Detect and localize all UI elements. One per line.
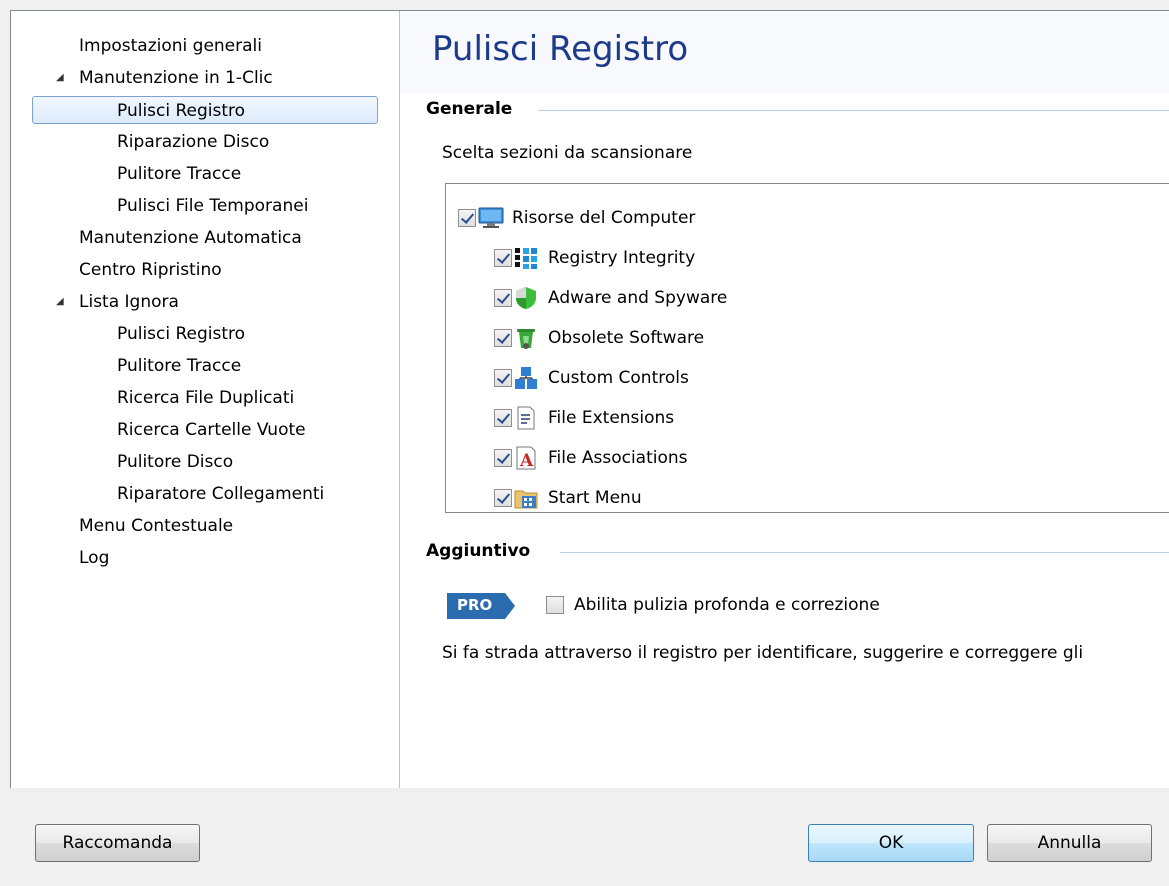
sidebar-item-riparazione-disco[interactable]: Riparazione Disco xyxy=(117,128,269,156)
tree-item-risorse-computer[interactable]: Risorse del Computer xyxy=(458,198,695,238)
sidebar-item-riparatore-collegamenti[interactable]: Riparatore Collegamenti xyxy=(117,480,324,508)
sidebar-item-label: Ricerca File Duplicati xyxy=(117,388,295,408)
sidebar-item-ricerca-cartelle-vuote[interactable]: Ricerca Cartelle Vuote xyxy=(117,416,306,444)
page-title: Pulisci Registro xyxy=(432,29,689,69)
sidebar-item-label: Riparatore Collegamenti xyxy=(117,484,325,504)
tree-checkbox[interactable] xyxy=(494,369,512,387)
sidebar-item-label: Riparazione Disco xyxy=(117,132,270,152)
tree-checkbox[interactable] xyxy=(494,409,512,427)
tree-item-label: Adware and Spyware xyxy=(548,288,728,308)
pro-badge-label: PRO xyxy=(457,596,493,614)
sidebar-item-label: Menu Contestuale xyxy=(79,516,234,536)
tree-item-label: File Associations xyxy=(548,448,688,468)
general-description: Scelta sezioni da scansionare xyxy=(442,143,693,163)
start-menu-icon xyxy=(514,486,538,510)
sidebar-item-pulisci-registro-selected[interactable]: Pulisci Registro xyxy=(32,96,378,124)
sidebar-item-pulitore-tracce[interactable]: Pulitore Tracce xyxy=(117,160,241,188)
pro-badge: PRO xyxy=(447,593,515,619)
deep-clean-checkbox[interactable] xyxy=(546,596,564,614)
shield-icon xyxy=(514,286,538,310)
sidebar-item-manutenzione-1-clic[interactable]: Manutenzione in 1-Clic xyxy=(79,64,273,92)
sidebar-item-label: Lista Ignora xyxy=(79,292,179,312)
tree-item-adware-spyware[interactable]: Adware and Spyware xyxy=(494,278,727,318)
tree-item-obsolete-software[interactable]: Obsolete Software xyxy=(494,318,704,358)
tree-checkbox[interactable] xyxy=(494,249,512,267)
controls-icon xyxy=(514,366,538,390)
registry-icon xyxy=(514,246,538,270)
tree-item-label: Risorse del Computer xyxy=(512,208,696,228)
sidebar-item-label: Pulisci Registro xyxy=(117,324,246,344)
tree-item-registry-integrity[interactable]: Registry Integrity xyxy=(494,238,695,278)
cancel-button[interactable]: Annulla xyxy=(987,824,1152,862)
section-divider xyxy=(560,552,1169,553)
file-extension-icon xyxy=(514,406,538,430)
sidebar-item-label: Log xyxy=(79,548,110,568)
sidebar-item-lista-ignora[interactable]: Lista Ignora xyxy=(79,288,179,316)
tree-item-file-associations[interactable]: A File Associations xyxy=(494,438,688,478)
collapse-arrow-icon[interactable]: ◢ xyxy=(56,288,64,316)
tree-item-custom-controls[interactable]: Custom Controls xyxy=(494,358,689,398)
tree-item-label: Registry Integrity xyxy=(548,248,696,268)
svg-text:A: A xyxy=(519,451,534,470)
file-association-icon: A xyxy=(514,446,538,471)
sidebar-item-label: Pulitore Tracce xyxy=(117,164,242,184)
tree-checkbox[interactable] xyxy=(494,329,512,347)
sidebar-item-label: Impostazioni generali xyxy=(79,36,262,56)
sidebar-item-label: Pulitore Tracce xyxy=(117,356,242,376)
sidebar-item-label: Centro Ripristino xyxy=(79,260,222,280)
tree-item-label: Custom Controls xyxy=(548,368,689,388)
deep-clean-option[interactable]: Abilita pulizia profonda e correzione xyxy=(546,595,880,615)
additional-description: Si fa strada attraverso il registro per … xyxy=(442,643,1084,663)
tree-item-label: File Extensions xyxy=(548,408,675,428)
sidebar: Impostazioni generali ◢ Manutenzione in … xyxy=(11,11,400,788)
sidebar-item-ignora-pulisci-registro[interactable]: Pulisci Registro xyxy=(117,320,245,348)
tree-item-start-menu[interactable]: Start Menu xyxy=(494,478,642,518)
recycle-bin-icon xyxy=(514,326,538,350)
sidebar-item-label: Manutenzione Automatica xyxy=(79,228,302,248)
sidebar-item-label: Pulitore Disco xyxy=(117,452,234,472)
ok-button[interactable]: OK xyxy=(808,824,974,862)
main-panel: Pulisci Registro Generale Scelta sezioni… xyxy=(400,11,1169,788)
sidebar-item-label: Pulisci Registro xyxy=(117,101,246,121)
tree-item-label: Start Menu xyxy=(548,488,642,508)
tree-checkbox[interactable] xyxy=(494,289,512,307)
sidebar-item-ricerca-file-duplicati[interactable]: Ricerca File Duplicati xyxy=(117,384,294,412)
sidebar-item-manutenzione-automatica[interactable]: Manutenzione Automatica xyxy=(79,224,302,252)
section-heading-generale: Generale xyxy=(426,99,513,119)
sidebar-item-label: Manutenzione in 1-Clic xyxy=(79,68,273,88)
sidebar-item-label: Pulisci File Temporanei xyxy=(117,196,309,216)
tree-checkbox[interactable] xyxy=(458,209,476,227)
sidebar-item-menu-contestuale[interactable]: Menu Contestuale xyxy=(79,512,233,540)
sidebar-item-pulitore-disco[interactable]: Pulitore Disco xyxy=(117,448,233,476)
sidebar-item-centro-ripristino[interactable]: Centro Ripristino xyxy=(79,256,222,284)
sidebar-item-impostazioni-generali[interactable]: Impostazioni generali xyxy=(79,32,262,60)
sidebar-item-pulisci-file-temporanei[interactable]: Pulisci File Temporanei xyxy=(117,192,308,220)
sidebar-item-ignora-pulitore-tracce[interactable]: Pulitore Tracce xyxy=(117,352,241,380)
sidebar-item-label: Ricerca Cartelle Vuote xyxy=(117,420,306,440)
computer-icon xyxy=(478,206,504,230)
tree-checkbox[interactable] xyxy=(494,489,512,507)
sidebar-item-log[interactable]: Log xyxy=(79,544,109,572)
section-heading-aggiuntivo: Aggiuntivo xyxy=(426,541,531,561)
scan-sections-tree[interactable]: Risorse del Computer Registry Integrity xyxy=(445,183,1169,513)
tree-item-label: Obsolete Software xyxy=(548,328,705,348)
tree-checkbox[interactable] xyxy=(494,449,512,467)
section-divider xyxy=(538,110,1169,111)
deep-clean-label: Abilita pulizia profonda e correzione xyxy=(574,595,880,615)
recommend-button[interactable]: Raccomanda xyxy=(35,824,200,862)
collapse-arrow-icon[interactable]: ◢ xyxy=(56,64,64,92)
tree-item-file-extensions[interactable]: File Extensions xyxy=(494,398,674,438)
